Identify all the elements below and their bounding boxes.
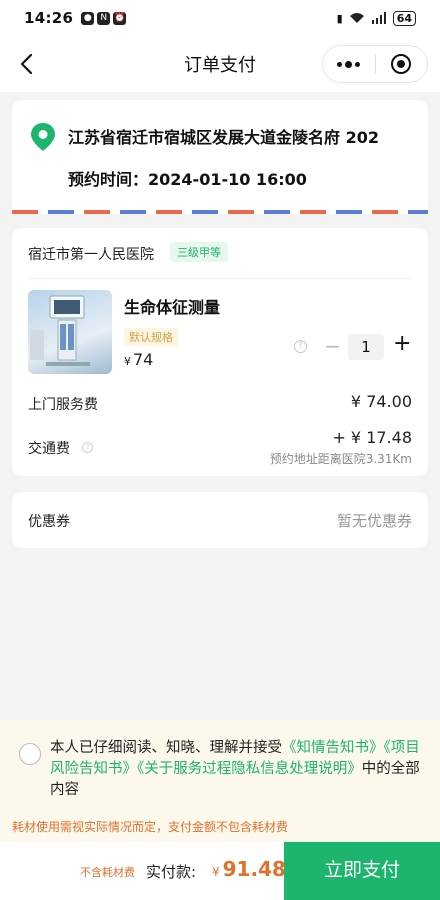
page-title: 订单支付 bbox=[184, 55, 256, 76]
paid-currency: ¥ bbox=[212, 865, 220, 879]
product-image bbox=[28, 290, 112, 374]
price-value: 74 bbox=[133, 350, 154, 369]
quantity-value[interactable]: 1 bbox=[348, 334, 384, 360]
paid-amount-value: 91.48 bbox=[222, 857, 286, 881]
notification-icon: ● bbox=[81, 11, 95, 25]
agreement-section: 本人已仔细阅读、知晓、理解并接受《知情告知书》《项目风险告知书》《关于服务过程隐… bbox=[0, 720, 440, 842]
paid-amount: ¥91.48 bbox=[212, 857, 286, 881]
service-fee-label: 上门服务费 bbox=[28, 397, 98, 413]
traffic-fee-help-icon[interactable]: ? bbox=[82, 442, 93, 453]
status-bar: 14:26 ● N ⏰ ▮ 64 bbox=[0, 0, 440, 36]
traffic-fee-label: 交通费 bbox=[28, 441, 70, 457]
wifi-icon bbox=[349, 13, 364, 23]
coupon-row[interactable]: 优惠券 暂无优惠券 bbox=[12, 492, 428, 548]
spec-tag: 默认规格 bbox=[124, 328, 178, 346]
no-supply-note: 不含耗材费 bbox=[80, 866, 135, 879]
quantity-plus-button[interactable]: + bbox=[393, 331, 411, 356]
help-icon[interactable]: ? bbox=[294, 340, 307, 353]
privacy-notice-link[interactable]: 《关于服务过程隐私信息处理说明》 bbox=[137, 761, 362, 777]
product-name: 生命体征测量 bbox=[124, 298, 221, 317]
distance-note: 预约地址距离医院3.31Km bbox=[269, 452, 412, 466]
traffic-fee-value: + ¥ 17.48 bbox=[332, 428, 412, 447]
agreement-text: 本人已仔细阅读、知晓、理解并接受《知情告知书》《项目风险告知书》《关于服务过程隐… bbox=[50, 740, 420, 798]
coupon-value: 暂无优惠券 bbox=[336, 512, 412, 530]
supplies-tip: 耗材使用需视实际情况而定，支付金额不包含耗材费 bbox=[12, 820, 289, 834]
nfc-icon: N bbox=[97, 11, 111, 25]
location-pin-icon bbox=[31, 123, 55, 151]
hospital-grade-badge: 三级甲等 bbox=[170, 242, 228, 262]
currency-symbol: ¥ bbox=[124, 355, 131, 368]
back-icon[interactable] bbox=[14, 50, 42, 78]
service-fee-value: ¥ 74.00 bbox=[350, 392, 412, 411]
alarm-icon: ⏰ bbox=[113, 11, 127, 25]
nav-bar: 订单支付 bbox=[0, 36, 440, 92]
product-price: ¥74 bbox=[124, 350, 153, 369]
paid-label: 实付款: bbox=[146, 863, 197, 881]
order-card: 宿迁市第一人民医院 三级甲等 生命体征测量 默认规格 ¥74 ? − 1 + 上… bbox=[12, 228, 428, 476]
hospital-name: 宿迁市第一人民医院 bbox=[28, 247, 154, 263]
appointment-label: 预约时间： bbox=[68, 170, 149, 189]
appointment-time: 预约时间：2024-01-10 16:00 bbox=[68, 166, 307, 190]
vibrate-icon: ▮ bbox=[336, 11, 343, 25]
close-icon[interactable] bbox=[375, 46, 427, 82]
battery-icon: 64 bbox=[392, 10, 416, 26]
envelope-stripe bbox=[12, 210, 428, 214]
address-text: 江苏省宿迁市宿城区发展大道金陵名府 202 bbox=[68, 128, 379, 147]
agreement-checkbox[interactable] bbox=[19, 743, 41, 765]
mini-program-capsule bbox=[322, 45, 428, 83]
informed-consent-link[interactable]: 《知情告知书》 bbox=[282, 740, 384, 756]
appointment-value: 2024-01-10 16:00 bbox=[148, 170, 307, 189]
bottom-bar: 不含耗材费 实付款: ¥91.48 立即支付 bbox=[0, 842, 440, 900]
address-card[interactable]: 江苏省宿迁市宿城区发展大道金陵名府 202 预约时间：2024-01-10 16… bbox=[12, 100, 428, 214]
more-icon[interactable] bbox=[323, 46, 375, 82]
quantity-minus-button[interactable]: − bbox=[324, 334, 341, 358]
monitor-image-icon bbox=[30, 295, 90, 366]
status-time: 14:26 bbox=[24, 9, 74, 27]
coupon-label: 优惠券 bbox=[28, 514, 70, 530]
signal-icon bbox=[371, 12, 386, 24]
pay-now-button[interactable]: 立即支付 bbox=[284, 842, 440, 900]
divider bbox=[28, 278, 412, 279]
